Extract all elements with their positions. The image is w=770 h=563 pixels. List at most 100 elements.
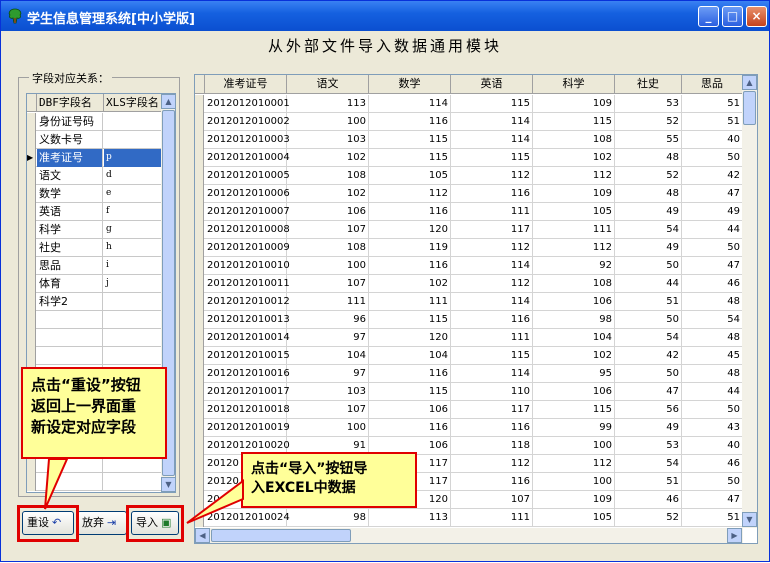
score-cell[interactable]: 106 <box>369 401 451 419</box>
score-cell[interactable]: 47 <box>615 383 682 401</box>
table-row[interactable]: 2012012010015 104 104 115 102 42 45 <box>195 347 743 365</box>
mapping-row[interactable]: 科学2 <box>27 293 162 311</box>
score-cell[interactable]: 106 <box>533 293 615 311</box>
score-cell[interactable]: 51 <box>615 293 682 311</box>
score-cell[interactable]: 115 <box>369 383 451 401</box>
score-cell[interactable]: 47 <box>682 491 743 509</box>
mapping-row[interactable]: 义数卡号 <box>27 131 162 149</box>
exam-id-cell[interactable]: 2012012010001 <box>205 95 290 113</box>
close-button[interactable]: × <box>746 6 767 27</box>
score-cell[interactable]: 115 <box>451 95 533 113</box>
score-cell[interactable]: 115 <box>451 149 533 167</box>
dbf-field-cell[interactable]: 体育 <box>37 275 103 293</box>
dbf-field-cell[interactable]: 身份证号码 <box>37 113 103 131</box>
score-cell[interactable]: 113 <box>369 509 451 527</box>
score-cell[interactable]: 105 <box>533 509 615 527</box>
column-header[interactable]: 语文 <box>287 75 369 94</box>
score-cell[interactable]: 102 <box>287 149 369 167</box>
score-cell[interactable]: 48 <box>682 329 743 347</box>
score-cell[interactable]: 117 <box>451 401 533 419</box>
score-cell[interactable]: 104 <box>369 347 451 365</box>
maximize-button[interactable]: □ <box>722 6 743 27</box>
xls-field-cell[interactable]: j <box>104 275 162 293</box>
score-cell[interactable]: 97 <box>287 365 369 383</box>
column-header-dbf[interactable]: DBF字段名 <box>37 94 104 112</box>
preview-horizontal-scrollbar[interactable]: ◀ ▶ <box>195 528 743 543</box>
dbf-field-cell[interactable]: 语文 <box>37 167 103 185</box>
score-cell[interactable]: 112 <box>451 239 533 257</box>
xls-field-cell[interactable]: g <box>104 221 162 239</box>
score-cell[interactable]: 48 <box>615 185 682 203</box>
score-cell[interactable]: 98 <box>533 311 615 329</box>
score-cell[interactable]: 118 <box>451 437 533 455</box>
score-cell[interactable]: 48 <box>682 293 743 311</box>
score-cell[interactable]: 51 <box>615 473 682 491</box>
score-cell[interactable]: 43 <box>682 419 743 437</box>
scroll-up-button[interactable]: ▲ <box>161 94 175 109</box>
score-cell[interactable]: 97 <box>287 329 369 347</box>
score-cell[interactable]: 55 <box>615 131 682 149</box>
score-cell[interactable]: 108 <box>287 239 369 257</box>
mapping-row[interactable]: 科学 g <box>27 221 162 239</box>
score-cell[interactable]: 54 <box>615 221 682 239</box>
exam-id-cell[interactable]: 2012012010013 <box>205 311 290 329</box>
exam-id-cell[interactable]: 2012012010005 <box>205 167 290 185</box>
column-header[interactable]: 思品 <box>682 75 743 94</box>
score-cell[interactable]: 112 <box>451 275 533 293</box>
score-cell[interactable]: 104 <box>533 329 615 347</box>
exam-id-cell[interactable]: 2012012010011 <box>205 275 290 293</box>
table-row[interactable]: 2012012010018 107 106 117 115 56 50 <box>195 401 743 419</box>
score-cell[interactable]: 50 <box>682 239 743 257</box>
score-cell[interactable]: 110 <box>451 383 533 401</box>
exam-id-cell[interactable]: 2012012010015 <box>205 347 290 365</box>
table-row[interactable]: 2012012010012 111 111 114 106 51 48 <box>195 293 743 311</box>
score-cell[interactable]: 52 <box>615 509 682 527</box>
score-cell[interactable]: 114 <box>369 95 451 113</box>
score-cell[interactable]: 50 <box>682 149 743 167</box>
xls-field-cell[interactable]: d <box>104 167 162 185</box>
exam-id-cell[interactable]: 2012012010014 <box>205 329 290 347</box>
scroll-down-button[interactable]: ▼ <box>161 477 175 492</box>
dbf-field-cell[interactable]: 科学 <box>37 221 103 239</box>
score-cell[interactable]: 51 <box>682 95 743 113</box>
score-cell[interactable]: 100 <box>287 257 369 275</box>
xls-field-cell[interactable]: h <box>104 239 162 257</box>
score-cell[interactable]: 54 <box>682 311 743 329</box>
scroll-left-button[interactable]: ◀ <box>195 528 210 543</box>
column-header[interactable]: 社史 <box>615 75 682 94</box>
score-cell[interactable]: 45 <box>682 347 743 365</box>
score-cell[interactable]: 112 <box>451 455 533 473</box>
xls-field-cell[interactable] <box>104 113 162 131</box>
score-cell[interactable]: 115 <box>533 113 615 131</box>
mapping-row[interactable]: 思品 i <box>27 257 162 275</box>
score-cell[interactable]: 112 <box>533 455 615 473</box>
score-cell[interactable]: 102 <box>533 149 615 167</box>
table-row[interactable]: 2012012010001 113 114 115 109 53 51 <box>195 95 743 113</box>
score-cell[interactable]: 114 <box>451 113 533 131</box>
score-cell[interactable]: 49 <box>615 239 682 257</box>
score-cell[interactable]: 116 <box>369 257 451 275</box>
exam-id-cell[interactable]: 2012012010009 <box>205 239 290 257</box>
score-cell[interactable]: 116 <box>451 419 533 437</box>
score-cell[interactable]: 102 <box>533 347 615 365</box>
table-row[interactable]: 2012012010003 103 115 114 108 55 40 <box>195 131 743 149</box>
score-cell[interactable]: 120 <box>369 221 451 239</box>
scroll-up-button[interactable]: ▲ <box>742 75 757 90</box>
xls-field-cell[interactable] <box>104 131 162 149</box>
score-cell[interactable]: 102 <box>369 275 451 293</box>
score-cell[interactable]: 113 <box>287 95 369 113</box>
score-cell[interactable]: 112 <box>533 167 615 185</box>
score-cell[interactable]: 44 <box>615 275 682 293</box>
table-row[interactable]: 2012012010024 98 113 111 105 52 51 <box>195 509 743 527</box>
score-cell[interactable]: 46 <box>682 455 743 473</box>
score-cell[interactable]: 44 <box>682 221 743 239</box>
score-cell[interactable]: 49 <box>615 203 682 221</box>
score-cell[interactable]: 50 <box>615 257 682 275</box>
score-cell[interactable]: 49 <box>682 203 743 221</box>
table-row[interactable]: 2012012010010 100 116 114 92 50 47 <box>195 257 743 275</box>
score-cell[interactable]: 102 <box>287 185 369 203</box>
dbf-field-cell[interactable]: 思品 <box>37 257 103 275</box>
xls-field-cell[interactable]: f <box>104 203 162 221</box>
table-row[interactable]: 2012012010005 108 105 112 112 52 42 <box>195 167 743 185</box>
score-cell[interactable]: 100 <box>533 437 615 455</box>
